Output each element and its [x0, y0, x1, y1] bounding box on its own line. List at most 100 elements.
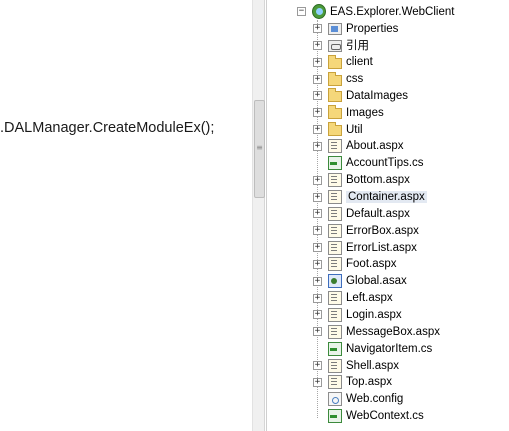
code-editor[interactable]: .DALManager.CreateModuleEx();	[0, 0, 252, 431]
tree-item-label: ErrorList.aspx	[346, 241, 417, 254]
tree-item-label: Web.config	[346, 393, 404, 406]
expand-icon[interactable]: +	[313, 293, 322, 303]
expand-icon[interactable]: +	[313, 226, 322, 236]
folder-icon	[328, 54, 342, 69]
expand-icon[interactable]: +	[313, 175, 322, 185]
tree-item-label: MessageBox.aspx	[346, 325, 440, 338]
references-icon	[328, 39, 342, 52]
tree-item-label: css	[346, 73, 364, 86]
tree-item[interactable]: WebContext.cs	[328, 408, 424, 425]
tree-item[interactable]: Properties	[328, 20, 398, 37]
tree-item[interactable]: About.aspx	[328, 138, 404, 155]
expand-icon[interactable]: +	[313, 125, 322, 135]
tree-item-label: Shell.aspx	[346, 359, 400, 372]
tree-item[interactable]: MessageBox.aspx	[328, 323, 440, 340]
tree-item-label: About.aspx	[346, 140, 404, 153]
aspx-page-icon	[328, 223, 342, 238]
expand-icon[interactable]: +	[313, 108, 322, 118]
expand-icon[interactable]: +	[313, 259, 322, 269]
expand-icon[interactable]: +	[313, 192, 322, 202]
folder-icon	[328, 88, 342, 103]
code-line[interactable]: .DALManager.CreateModuleEx();	[0, 120, 214, 136]
tree-item-label: Bottom.aspx	[346, 174, 410, 187]
tree-item-label: ErrorBox.aspx	[346, 224, 419, 237]
expand-icon[interactable]: +	[313, 74, 322, 84]
scrollbar-thumb[interactable]: ≡	[254, 100, 265, 198]
aspx-page-icon	[328, 324, 342, 339]
tree-item[interactable]: DataImages	[328, 87, 408, 104]
tree-item[interactable]: Global.asax	[328, 273, 407, 290]
tree-item-label: 引用	[346, 40, 369, 53]
expand-icon[interactable]: +	[313, 91, 322, 101]
tree-item-label: Container.aspx	[346, 191, 427, 203]
properties-icon	[328, 23, 342, 35]
tree-item[interactable]: css	[328, 71, 363, 88]
aspx-page-icon	[328, 375, 342, 390]
tree-item[interactable]: 引用	[328, 37, 369, 54]
csharp-file-icon	[328, 341, 342, 356]
expand-icon[interactable]: +	[313, 361, 322, 370]
tree-item[interactable]: Left.aspx	[328, 290, 393, 307]
tree-item[interactable]: NavigatorItem.cs	[328, 340, 432, 357]
tree-item-label: Default.aspx	[346, 207, 410, 220]
solution-explorer: − EAS.Explorer.WebClient + Properties + 引用 +…	[266, 0, 509, 431]
tree-item[interactable]: Bottom.aspx	[328, 172, 410, 189]
expand-icon[interactable]: +	[313, 57, 322, 67]
aspx-page-icon	[328, 307, 342, 322]
csharp-file-icon	[328, 409, 342, 424]
aspx-page-icon	[328, 291, 342, 306]
expand-icon[interactable]: +	[313, 243, 322, 253]
project-node[interactable]: EAS.Explorer.WebClient	[312, 3, 454, 20]
tree-item[interactable]: Login.aspx	[328, 306, 402, 323]
tree-item[interactable]: ErrorBox.aspx	[328, 222, 419, 239]
project-icon	[312, 4, 326, 19]
expand-icon[interactable]: +	[313, 377, 322, 387]
asax-file-icon	[328, 274, 342, 289]
tree-item-label: DataImages	[346, 89, 409, 102]
project-name: EAS.Explorer.WebClient	[330, 5, 455, 18]
aspx-page-icon	[328, 206, 342, 221]
expand-icon[interactable]: +	[313, 327, 322, 337]
tree-item[interactable]: Container.aspx	[328, 189, 427, 206]
scrollbar-grip-icon: ≡	[256, 143, 263, 152]
expand-icon[interactable]: +	[313, 276, 322, 286]
tree-item[interactable]: Util	[328, 121, 363, 138]
tree-item-label: Login.aspx	[346, 308, 402, 321]
csharp-file-icon	[328, 156, 342, 171]
tree-item[interactable]: Shell.aspx	[328, 357, 399, 374]
folder-icon	[328, 122, 342, 137]
tree-item-label: Left.aspx	[346, 292, 393, 305]
tree-item-label: Global.asax	[346, 275, 407, 288]
tree-item-label: NavigatorItem.cs	[346, 342, 433, 355]
aspx-page-icon	[328, 358, 342, 373]
expand-icon[interactable]: +	[313, 209, 322, 219]
tree-item[interactable]: Images	[328, 104, 384, 121]
tree-item-label: Images	[346, 106, 384, 119]
tree-item-label: Util	[346, 123, 363, 136]
editor-vertical-scrollbar[interactable]: ≡	[252, 0, 265, 431]
tree-item[interactable]: Web.config	[328, 391, 403, 408]
config-file-icon	[328, 392, 342, 407]
tree-item-label: Properties	[346, 22, 399, 35]
expand-icon[interactable]: +	[313, 141, 322, 151]
expand-icon[interactable]: +	[313, 310, 322, 320]
expand-icon[interactable]: +	[313, 24, 322, 33]
project-collapse-icon[interactable]: −	[297, 7, 306, 16]
aspx-page-icon	[328, 139, 342, 154]
tree-item[interactable]: ErrorList.aspx	[328, 239, 417, 256]
aspx-page-icon	[328, 190, 342, 204]
aspx-page-icon	[328, 173, 342, 188]
expand-icon[interactable]: +	[313, 40, 322, 50]
tree-item-label: Foot.aspx	[346, 258, 397, 271]
aspx-page-icon	[328, 240, 342, 255]
tree-item-label: Top.aspx	[346, 376, 393, 389]
folder-icon	[328, 71, 342, 86]
aspx-page-icon	[328, 257, 342, 272]
tree-item[interactable]: client	[328, 54, 373, 71]
tree-item[interactable]: Foot.aspx	[328, 256, 397, 273]
tree-item[interactable]: Default.aspx	[328, 205, 410, 222]
tree-item[interactable]: Top.aspx	[328, 374, 392, 391]
tree-item-label: WebContext.cs	[346, 410, 424, 423]
tree-item-label: client	[346, 56, 373, 69]
tree-item[interactable]: AccountTips.cs	[328, 155, 424, 172]
